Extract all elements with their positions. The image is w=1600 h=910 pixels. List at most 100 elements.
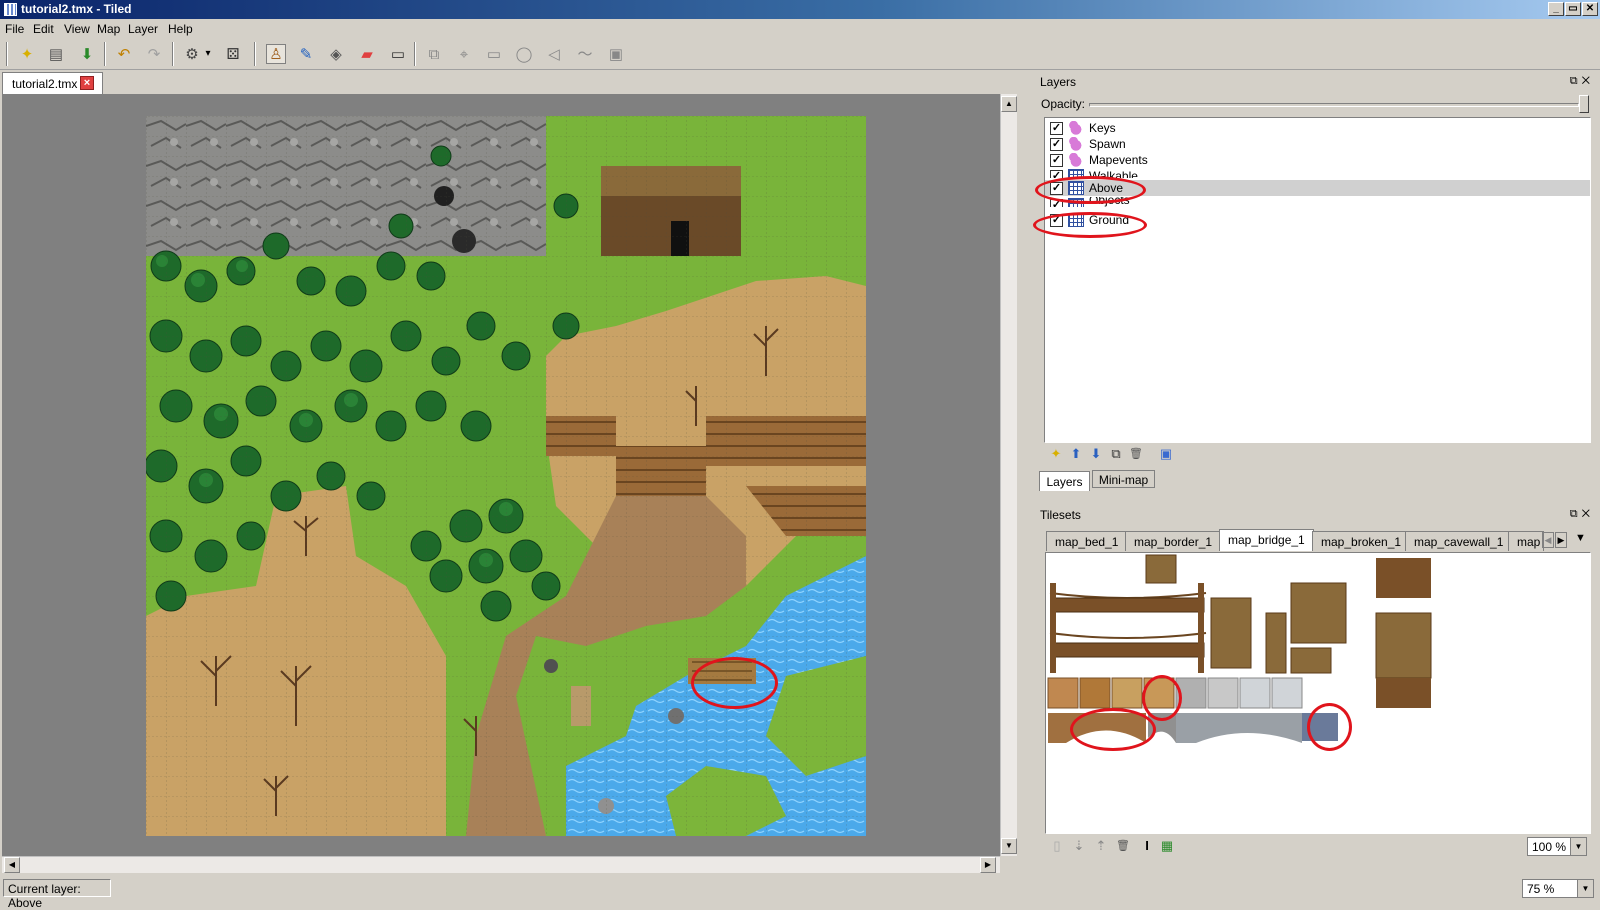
rectangle-select-icon[interactable]: ▭ — [388, 44, 408, 64]
tab-layers[interactable]: Layers — [1039, 471, 1090, 491]
random-mode-icon[interactable]: ⚄ — [223, 44, 243, 64]
menu-view[interactable]: View — [64, 22, 90, 36]
layer-row-spawn[interactable]: ✓ Spawn — [1045, 136, 1590, 152]
tileset-tab-broken[interactable]: map_broken_1 — [1312, 531, 1411, 551]
menu-map[interactable]: Map — [97, 22, 120, 36]
horizontal-scrollbar[interactable]: ◀ ▶ — [2, 856, 1000, 873]
tile-map[interactable] — [146, 116, 866, 836]
tilesets-panel: Tilesets ⧉✕ map_bed_1 map_border_1 map_b… — [1037, 505, 1600, 876]
tileset-zoom-value: 100 % — [1532, 840, 1567, 854]
edit-terrain-icon[interactable]: ▦ — [1159, 838, 1175, 854]
insert-ellipse-icon[interactable]: ◯ — [514, 44, 534, 64]
tab-scroll-left[interactable]: ◀ — [1542, 532, 1554, 548]
tab-mini-map[interactable]: Mini-map — [1092, 470, 1155, 488]
ground-layer-highlight — [1033, 212, 1147, 238]
import-tileset-icon[interactable]: ⇣ — [1071, 838, 1087, 854]
opacity-slider-handle[interactable] — [1579, 95, 1589, 113]
layers-panel-title: Layers — [1040, 75, 1077, 89]
command-dropdown-icon[interactable]: ▾ — [202, 44, 214, 64]
command-icon[interactable]: ⚙ — [182, 44, 202, 64]
tileset-properties-icon[interactable]: I — [1139, 838, 1155, 854]
menu-file[interactable]: File — [5, 22, 24, 36]
menu-help[interactable]: Help — [168, 22, 193, 36]
layer-row-keys[interactable]: ✓ Keys — [1045, 120, 1590, 136]
visibility-checkbox[interactable]: ✓ — [1050, 122, 1063, 135]
visibility-checkbox[interactable]: ✓ — [1050, 138, 1063, 151]
layer-toolbar: ✦ ⬆ ⬇ ⧉ 🗑 ▣ — [1044, 442, 1591, 466]
minimize-button[interactable]: _ — [1548, 2, 1564, 16]
export-tileset-icon[interactable]: ⇡ — [1093, 838, 1109, 854]
delete-tileset-icon[interactable]: 🗑 — [1115, 838, 1131, 854]
map-zoom-value: 75 % — [1527, 882, 1555, 896]
close-panel-icon[interactable]: ✕ — [1582, 75, 1594, 87]
menu-edit[interactable]: Edit — [33, 22, 54, 36]
stamp-brush-icon[interactable]: ♙ — [266, 44, 286, 64]
tab-scroll-right[interactable]: ▶ — [1555, 532, 1567, 548]
redo-icon[interactable]: ↷ — [144, 44, 164, 64]
tileset-view[interactable] — [1045, 552, 1591, 834]
insert-polygon-icon[interactable]: ◁ — [544, 44, 564, 64]
restore-button[interactable]: ▭ — [1565, 2, 1581, 16]
document-tab[interactable]: tutorial2.tmx × — [2, 72, 103, 94]
insert-rectangle-icon[interactable]: ▭ — [484, 44, 504, 64]
float-panel-icon[interactable]: ⧉ — [1570, 508, 1582, 520]
undo-icon[interactable]: ↶ — [114, 44, 134, 64]
lower-layer-icon[interactable]: ⬇ — [1088, 446, 1104, 462]
insert-polyline-icon[interactable]: 〜 — [575, 44, 595, 64]
scroll-left-arrow[interactable]: ◀ — [4, 857, 20, 873]
new-layer-icon[interactable]: ✦ — [1048, 446, 1064, 462]
eraser-icon[interactable]: ▰ — [357, 44, 377, 64]
new-tileset-icon[interactable]: ▯ — [1049, 838, 1065, 854]
layer-row-walkable[interactable]: ✓ Walkable — [1045, 168, 1590, 178]
tab-list-menu[interactable]: ▼ — [1575, 532, 1586, 544]
layer-row-mapevents[interactable]: ✓ Mapevents — [1045, 152, 1590, 168]
tileset-tab-border[interactable]: map_border_1 — [1125, 531, 1222, 551]
scroll-down-arrow[interactable]: ▼ — [1001, 838, 1017, 854]
bridge-highlight-circle — [691, 657, 778, 709]
tiled-logo-icon — [4, 3, 17, 16]
tile-highlight-arch — [1070, 708, 1156, 751]
new-map-icon[interactable]: ✦ — [17, 44, 37, 64]
close-panel-icon[interactable]: ✕ — [1582, 508, 1594, 520]
map-zoom-select[interactable]: 75 % ▼ — [1522, 879, 1594, 898]
float-panel-icon[interactable]: ⧉ — [1570, 75, 1582, 87]
window-title: tutorial2.tmx - Tiled — [21, 2, 132, 16]
tileset-tab-cavewall[interactable]: map_cavewall_1 — [1405, 531, 1513, 551]
close-window-button[interactable]: ✕ — [1582, 2, 1598, 16]
tileset-tab-bridge[interactable]: map_bridge_1 — [1219, 529, 1314, 551]
visibility-checkbox[interactable]: ✓ — [1050, 154, 1063, 167]
document-tab-label: tutorial2.tmx — [12, 77, 78, 91]
scroll-right-arrow[interactable]: ▶ — [980, 857, 996, 873]
layer-list[interactable]: ✓ Keys ✓ Spawn ✓ Mapevents ✓ Walkable ✓ … — [1044, 117, 1591, 443]
visibility-checkbox[interactable]: ✓ — [1050, 170, 1063, 178]
opacity-slider[interactable] — [1089, 103, 1579, 107]
duplicate-layer-icon[interactable]: ⧉ — [1108, 446, 1124, 462]
insert-tile-object-icon[interactable]: ▣ — [606, 44, 626, 64]
layer-name: Mapevents — [1089, 153, 1148, 167]
edit-polygons-icon[interactable]: ⌖ — [454, 44, 474, 64]
status-bar: Current layer: Above 75 % ▼ — [0, 876, 1600, 910]
open-file-icon[interactable]: ▤ — [46, 44, 66, 64]
bucket-fill-icon[interactable]: ◈ — [326, 44, 346, 64]
toolbar-separator — [6, 42, 8, 66]
tileset-tab-bed[interactable]: map_bed_1 — [1046, 531, 1128, 551]
chevron-down-icon[interactable]: ▼ — [1570, 838, 1586, 855]
select-objects-icon[interactable]: ⧉ — [424, 44, 444, 64]
delete-layer-icon[interactable]: 🗑 — [1128, 446, 1144, 462]
raise-layer-icon[interactable]: ⬆ — [1068, 446, 1084, 462]
terrain-brush-icon[interactable]: ✎ — [296, 44, 316, 64]
toolbar-separator — [104, 42, 106, 66]
save-file-icon[interactable]: ⬇ — [77, 44, 97, 64]
layer-properties-icon[interactable]: ▣ — [1158, 446, 1174, 462]
close-tab-icon[interactable]: × — [80, 76, 94, 90]
current-layer-status: Current layer: Above — [3, 879, 111, 910]
tileset-zoom-select[interactable]: 100 % ▼ — [1527, 837, 1587, 856]
chevron-down-icon[interactable]: ▼ — [1577, 880, 1593, 897]
menu-layer[interactable]: Layer — [128, 22, 158, 36]
toolbar-separator — [414, 42, 416, 66]
menu-bar: File Edit View Map Layer Help — [0, 19, 1600, 38]
vertical-scrollbar[interactable]: ▲ ▼ — [1000, 94, 1017, 856]
tileset-toolbar: ▯ ⇣ ⇡ 🗑 I ▦ 100 % ▼ — [1045, 834, 1592, 860]
tileset-tab-scroller: ◀ ▶ ▼ — [1539, 529, 1595, 549]
scroll-up-arrow[interactable]: ▲ — [1001, 96, 1017, 112]
